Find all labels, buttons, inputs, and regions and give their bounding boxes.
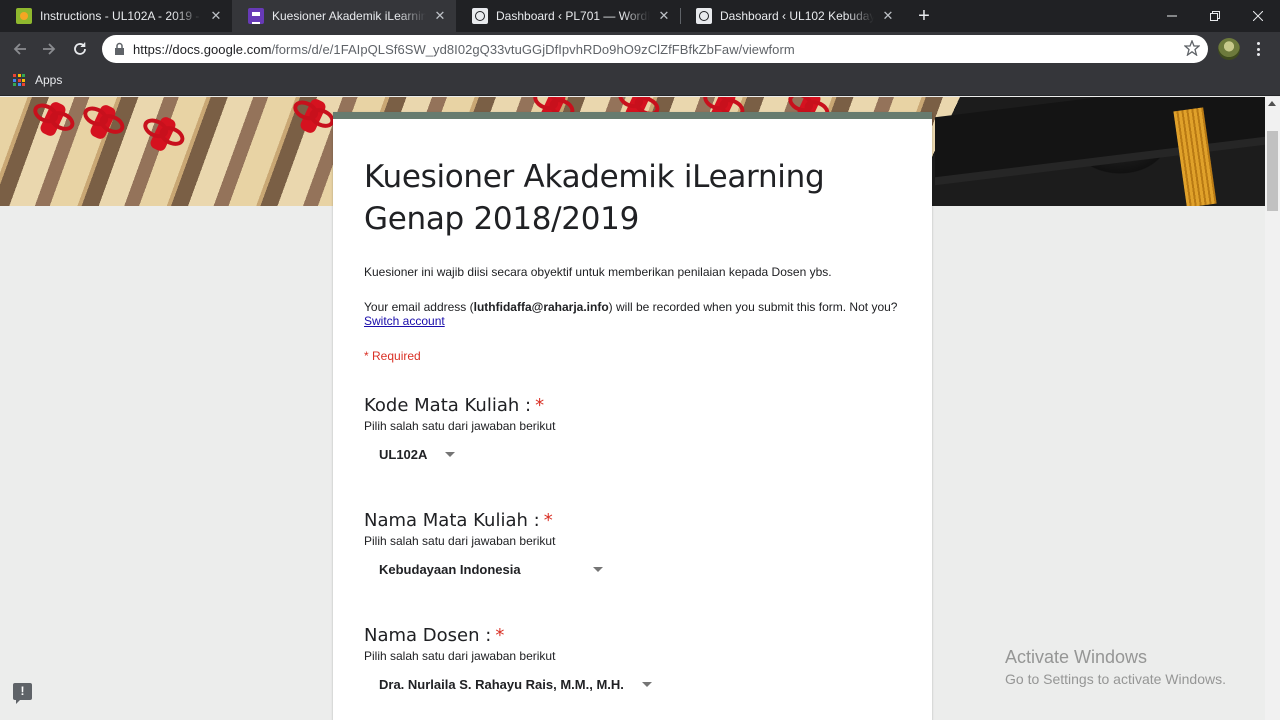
tab-kuesioner[interactable]: Kuesioner Akademik iLearning Gen ✕ xyxy=(232,0,456,32)
watermark-line2: Go to Settings to activate Windows. xyxy=(1005,671,1226,687)
tab-dashboard-ul102[interactable]: Dashboard ‹ UL102 Kebudayaan In ✕ xyxy=(680,0,904,32)
question-label: Nama Mata Kuliah : xyxy=(364,510,540,531)
google-forms-icon xyxy=(248,8,264,24)
dropdown-selected-value: UL102A xyxy=(379,446,428,462)
back-button[interactable] xyxy=(8,37,32,61)
page-viewport: Kuesioner Akademik iLearning Genap 2018/… xyxy=(0,97,1265,720)
dropdown-arrow-icon xyxy=(592,566,603,572)
scroll-up-arrow-icon[interactable] xyxy=(1268,101,1276,106)
tab-dashboard-pl701[interactable]: Dashboard ‹ PL701 — WordPress ✕ xyxy=(456,0,681,32)
question-title: Nama Dosen : * xyxy=(364,625,904,647)
minimize-button[interactable] xyxy=(1151,0,1193,32)
page-scrollbar[interactable] xyxy=(1265,97,1280,720)
form-description: Kuesioner ini wajib diisi secara obyekti… xyxy=(364,265,832,279)
wordpress-icon xyxy=(696,8,712,24)
email-address: luthfidaffa@raharja.info xyxy=(473,300,609,314)
nama-dosen-dropdown[interactable]: Dra. Nurlaila S. Rahayu Rais, M.M., M.H. xyxy=(379,674,652,694)
address-bar[interactable]: https://docs.google.com/forms/d/e/1FAIpQ… xyxy=(102,35,1208,63)
apps-shortcut[interactable]: Apps xyxy=(13,73,62,87)
bookmark-star-icon[interactable] xyxy=(1184,40,1200,56)
restore-icon xyxy=(1210,11,1220,21)
arrow-right-icon xyxy=(43,43,56,55)
restore-button[interactable] xyxy=(1194,0,1236,32)
close-icon[interactable]: ✕ xyxy=(656,8,672,24)
tab-strip: Instructions - UL102A - 2019 - Pe ✕ Kues… xyxy=(0,0,1280,32)
tab-title: Instructions - UL102A - 2019 - Pe xyxy=(40,9,202,23)
forward-button[interactable] xyxy=(37,37,61,61)
question-label: Kode Mata Kuliah : xyxy=(364,395,532,416)
question-help-text: Pilih salah satu dari jawaban berikut xyxy=(364,649,556,663)
new-tab-button[interactable]: + xyxy=(912,4,936,28)
question-title: Kode Mata Kuliah : * xyxy=(364,395,904,417)
dropdown-selected-value: Dra. Nurlaila S. Rahayu Rais, M.M., M.H. xyxy=(379,676,624,692)
question-label: Nama Dosen : xyxy=(364,625,492,646)
dropdown-arrow-icon xyxy=(641,681,652,687)
question-title: Nama Mata Kuliah : * xyxy=(364,510,904,532)
wordpress-icon xyxy=(472,8,488,24)
form-title: Kuesioner Akademik iLearning Genap 2018/… xyxy=(364,159,825,237)
question-nama-dosen: Nama Dosen : * Pilih salah satu dari jawa… xyxy=(364,625,904,694)
required-asterisk: * xyxy=(535,395,545,416)
url-host: https://docs.google.com xyxy=(133,42,272,57)
url-text[interactable]: https://docs.google.com/forms/d/e/1FAIpQ… xyxy=(133,42,795,57)
close-icon[interactable]: ✕ xyxy=(880,8,896,24)
required-asterisk: * xyxy=(495,625,505,646)
tab-title: Dashboard ‹ PL701 — WordPress xyxy=(496,9,650,23)
browser-menu-button[interactable] xyxy=(1252,40,1264,58)
arrow-left-icon xyxy=(13,43,26,55)
activate-windows-watermark: Activate Windows Go to Settings to activ… xyxy=(1005,647,1226,687)
tab-instructions[interactable]: Instructions - UL102A - 2019 - Pe ✕ xyxy=(0,0,233,32)
reload-icon xyxy=(74,42,86,55)
close-icon[interactable]: ✕ xyxy=(208,8,224,24)
tab-title: Kuesioner Akademik iLearning Gen xyxy=(272,9,426,23)
question-nama-mata-kuliah: Nama Mata Kuliah : * Pilih salah satu dar… xyxy=(364,510,904,579)
close-icon xyxy=(1253,11,1263,21)
bookmarks-bar: Apps xyxy=(0,66,1280,96)
feedback-icon[interactable]: ! xyxy=(13,683,32,704)
profile-avatar[interactable] xyxy=(1218,38,1240,60)
question-kode-mata-kuliah: Kode Mata Kuliah : * Pilih salah satu dar… xyxy=(364,395,904,464)
close-icon[interactable]: ✕ xyxy=(432,8,448,24)
question-help-text: Pilih salah satu dari jawaban berikut xyxy=(364,419,556,433)
close-window-button[interactable] xyxy=(1237,0,1279,32)
minimize-icon xyxy=(1167,15,1177,17)
tab-title: Dashboard ‹ UL102 Kebudayaan In xyxy=(720,9,874,23)
watermark-line1: Activate Windows xyxy=(1005,647,1148,667)
switch-account-link[interactable]: Switch account xyxy=(364,314,445,328)
dropdown-arrow-icon xyxy=(445,451,456,457)
lock-icon xyxy=(115,42,124,55)
reload-button[interactable] xyxy=(68,37,92,61)
email-notice: Your email address (luthfidaffa@raharja.… xyxy=(364,300,909,328)
browser-toolbar: https://docs.google.com/forms/d/e/1FAIpQ… xyxy=(0,32,1280,66)
scrollbar-thumb[interactable] xyxy=(1267,131,1278,211)
form-card: Kuesioner Akademik iLearning Genap 2018/… xyxy=(333,112,932,720)
kode-mata-kuliah-dropdown[interactable]: UL102A xyxy=(379,444,456,464)
required-note: * Required xyxy=(364,349,421,363)
apps-label: Apps xyxy=(35,73,63,87)
required-asterisk: * xyxy=(543,510,553,531)
url-path: /forms/d/e/1FAIpQLSf6SW_yd8I02gQ33vtuGGj… xyxy=(271,42,795,57)
email-notice-suffix: ) will be recorded when you submit this … xyxy=(608,300,898,314)
moodle-icon xyxy=(16,8,32,24)
email-notice-prefix: Your email address ( xyxy=(364,300,474,314)
dropdown-selected-value: Kebudayaan Indonesia xyxy=(379,561,521,577)
question-help-text: Pilih salah satu dari jawaban berikut xyxy=(364,534,556,548)
apps-grid-icon xyxy=(13,74,25,86)
nama-mata-kuliah-dropdown[interactable]: Kebudayaan Indonesia xyxy=(379,559,603,579)
